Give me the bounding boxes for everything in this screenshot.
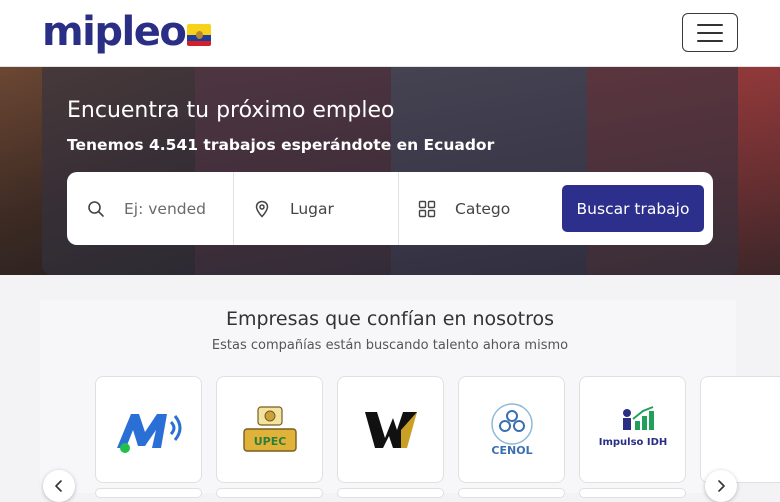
upec-logo-text: UPEC	[253, 435, 286, 448]
carousel-prev-button[interactable]	[43, 470, 75, 502]
search-icon	[88, 201, 104, 217]
hero-subtitle: Tenemos 4.541 trabajos esperándote en Ec…	[67, 136, 495, 154]
chevron-left-icon	[55, 480, 62, 492]
ecuador-flag-icon	[187, 24, 212, 46]
hero-title: Encuentra tu próximo empleo	[67, 98, 395, 123]
hamburger-menu-icon[interactable]	[682, 13, 738, 52]
chevron-right-icon	[718, 480, 725, 492]
keyword-input[interactable]: Ej: vended	[124, 197, 220, 221]
companies-title: Empresas que confían en nosotros	[225, 308, 555, 330]
category-grid-icon	[418, 200, 436, 218]
cenol-logo-text: CENOL	[491, 444, 532, 457]
upec-logo: UPEC	[242, 405, 297, 452]
company-card-impulso-idh[interactable]: Impulso IDH	[579, 376, 686, 483]
company-card-row2	[216, 488, 323, 498]
company-card-row2	[337, 488, 444, 498]
impulso-idh-logo-text: Impulso IDH	[598, 437, 667, 448]
companies-subtitle: Estas compañías están buscando talento a…	[211, 338, 569, 353]
map-pin-icon	[255, 200, 269, 218]
company-card-row2	[458, 488, 565, 498]
logo-text: mipleo	[42, 9, 187, 55]
cenol-logo: CENOL	[490, 402, 533, 457]
company-card-row2	[579, 488, 686, 498]
company-card-w[interactable]	[337, 376, 444, 483]
company-card-upec[interactable]: UPEC	[216, 376, 323, 483]
search-jobs-button[interactable]: Buscar trabajo	[562, 185, 704, 232]
keyword-field[interactable]: Ej: vended	[67, 172, 233, 245]
company-card-m[interactable]	[95, 376, 202, 483]
category-field[interactable]: Catego	[398, 172, 558, 245]
mipleo-logo[interactable]: mipleo	[42, 9, 212, 55]
navbar: mipleo	[0, 0, 780, 67]
company-card-partial[interactable]	[700, 376, 780, 483]
location-select[interactable]: Lugar	[290, 197, 334, 221]
company-card-row2	[95, 488, 202, 498]
category-select[interactable]: Catego	[455, 197, 515, 221]
w-company-logo	[364, 411, 417, 448]
carousel-next-button[interactable]	[705, 470, 737, 502]
impulso-idh-logo: Impulso IDH	[598, 405, 667, 448]
job-search-form: Ej: vended Lugar Catego Buscar trabajo	[67, 172, 713, 245]
location-field[interactable]: Lugar	[233, 172, 398, 245]
company-card-cenol[interactable]: CENOL	[458, 376, 565, 483]
m-company-logo	[116, 413, 181, 453]
